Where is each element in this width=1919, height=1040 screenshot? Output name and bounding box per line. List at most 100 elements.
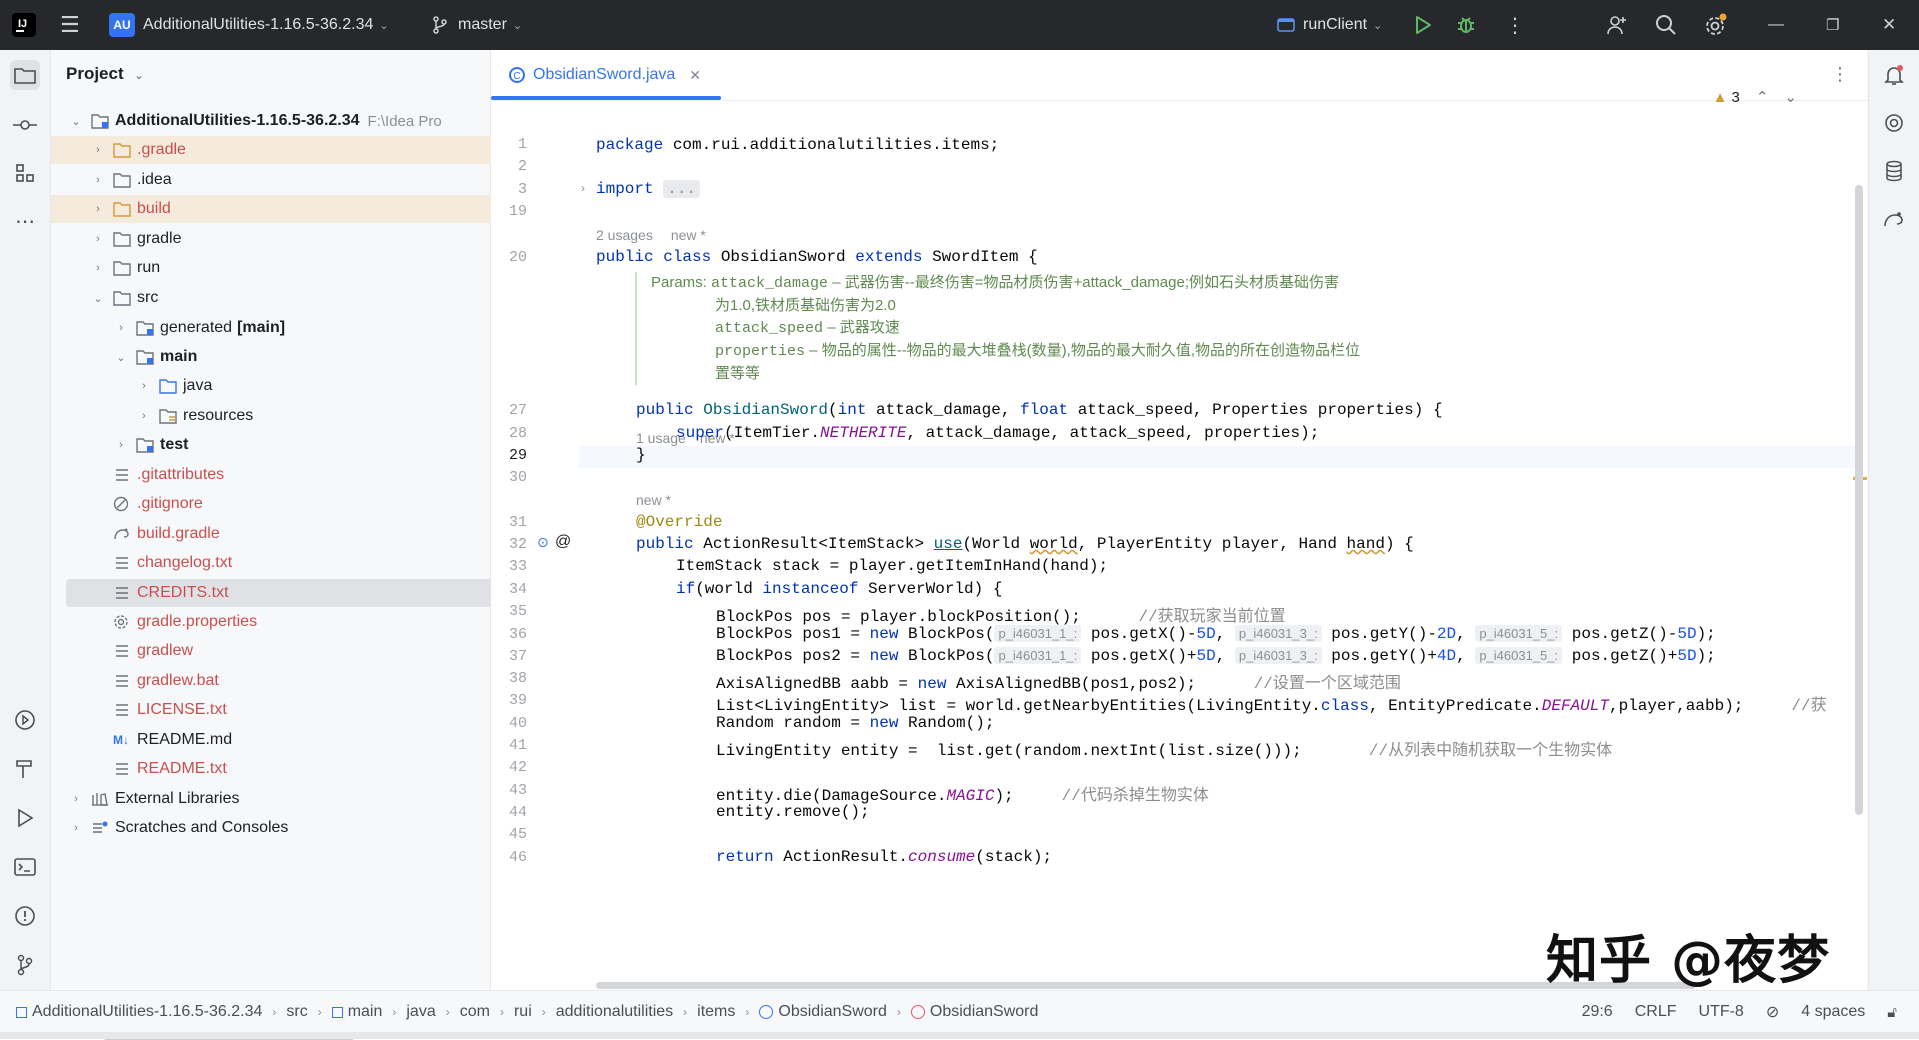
tree-item-src[interactable]: ⌄ src	[51, 284, 530, 312]
ai-assistant-button[interactable]	[1879, 108, 1909, 138]
tree-label: README.txt	[137, 760, 227, 777]
problems-tool-button[interactable]	[10, 901, 40, 931]
settings-button[interactable]	[1704, 0, 1728, 50]
code-with-me-button[interactable]	[1606, 0, 1628, 50]
tree-item-gitignore[interactable]: .gitignore	[51, 490, 552, 518]
text-file-icon	[113, 643, 131, 659]
terminal-icon	[14, 858, 36, 876]
indent-setting[interactable]: 4 spaces	[1801, 1003, 1865, 1021]
tree-item-gradlew[interactable]: gradlew	[51, 637, 552, 665]
run-config-selector[interactable]: runClient ⌄	[1277, 0, 1382, 50]
tab-obsidian-sword[interactable]: C ObsidianSword.java ✕	[509, 50, 701, 100]
tree-item-idea[interactable]: › .idea	[51, 166, 530, 194]
run-button[interactable]	[1414, 0, 1432, 50]
parameter-hint: p_i46031_1_:	[994, 625, 1082, 642]
folded-imports[interactable]: ...	[663, 180, 701, 198]
caret-position[interactable]: 29:6	[1582, 1003, 1613, 1021]
main-menu-icon[interactable]: ☰	[60, 0, 80, 50]
tree-label: run	[137, 259, 161, 276]
tree-item-build[interactable]: › build	[51, 195, 530, 223]
chevron-right-icon: ›	[683, 1005, 688, 1019]
breadcrumb-item[interactable]: items	[697, 1003, 735, 1021]
breadcrumb-item[interactable]: com	[460, 1003, 490, 1021]
more-actions-icon[interactable]: ⋮	[1505, 0, 1525, 50]
tree-item-gradle-properties[interactable]: gradle.properties	[51, 608, 552, 636]
line-number: 31	[508, 514, 527, 531]
tree-item-main[interactable]: ⌄ main	[51, 343, 553, 371]
app-logo[interactable]: IJ	[12, 0, 36, 50]
tree-item-gitattributes[interactable]: .gitattributes	[51, 461, 552, 489]
notifications-button[interactable]	[1879, 60, 1909, 90]
tree-item-run[interactable]: › run	[51, 254, 530, 282]
breadcrumb-item[interactable]: src	[286, 1003, 307, 1021]
more-tabs-icon[interactable]: ⋮	[1831, 64, 1849, 85]
branch-selector[interactable]: master ⌄	[432, 0, 522, 50]
tree-item-gradlew-bat[interactable]: gradlew.bat	[51, 667, 552, 695]
close-icon[interactable]: ✕	[1882, 0, 1896, 50]
breadcrumb-item[interactable]: java	[406, 1003, 435, 1021]
run-tool-button[interactable]	[10, 803, 40, 833]
breadcrumb-item[interactable]: ObsidianSword	[930, 1003, 1039, 1021]
tree-item-readme-txt[interactable]: README.txt	[51, 755, 552, 783]
code-line-1: package com.rui.additionalutilities.item…	[596, 136, 1000, 154]
line-number: 46	[508, 849, 527, 866]
excluded-folder-icon	[113, 201, 131, 217]
folder-icon	[113, 290, 131, 306]
project-selector[interactable]: AU AdditionalUtilities-1.16.5-36.2.34 ⌄	[109, 0, 389, 50]
usages-hint[interactable]: new *	[636, 492, 671, 508]
minimize-icon[interactable]: —	[1768, 0, 1784, 50]
breadcrumb-item[interactable]: ObsidianSword	[778, 1003, 887, 1021]
gradle-button[interactable]	[1879, 204, 1909, 234]
breadcrumb-item[interactable]: rui	[514, 1003, 532, 1021]
structure-tool-button[interactable]	[10, 158, 40, 188]
code-area[interactable]: 1 package com.rui.additionalutilities.it…	[491, 100, 1867, 990]
close-icon[interactable]: ✕	[689, 67, 701, 84]
database-button[interactable]	[1879, 156, 1909, 186]
search-button[interactable]	[1655, 0, 1677, 50]
line-number: 1	[517, 136, 527, 153]
svg-text:IJ: IJ	[18, 18, 27, 30]
project-view-selector[interactable]: Project ⌄	[66, 64, 144, 84]
tree-item-scratches[interactable]: › Scratches and Consoles	[51, 814, 508, 842]
git-tool-button[interactable]	[10, 950, 40, 980]
tree-label: gradle	[137, 230, 182, 247]
breadcrumb-item[interactable]: AdditionalUtilities-1.16.5-36.2.34	[32, 1003, 262, 1021]
services-tool-button[interactable]	[10, 705, 40, 735]
tree-item-changelog[interactable]: changelog.txt	[51, 549, 552, 577]
restore-icon[interactable]: ❐	[1826, 0, 1839, 50]
override-marker-icon[interactable]: ⊙	[537, 534, 549, 551]
commit-icon	[13, 120, 37, 130]
chevron-right-icon: ›	[499, 1005, 504, 1019]
debug-button[interactable]	[1456, 0, 1476, 50]
tree-item-gradle[interactable]: › gradle	[51, 225, 530, 253]
tree-item-readme-md[interactable]: M↓ README.md	[51, 726, 552, 754]
ignore-file-icon	[113, 496, 131, 512]
no-highlight-icon[interactable]: ⊘	[1766, 1002, 1779, 1022]
more-tools-icon[interactable]: ⋯	[10, 206, 40, 236]
tree-item-credits[interactable]: CREDITS.txt	[66, 579, 522, 607]
tree-item-external-libraries[interactable]: › External Libraries	[51, 785, 508, 813]
tree-root-project[interactable]: ⌄ AdditionalUtilities-1.16.5-36.2.34 F:\…	[51, 107, 508, 135]
tree-label: java	[183, 377, 213, 394]
usages-hint[interactable]: 2 usages new *	[596, 227, 706, 243]
chevron-right-icon: ›	[317, 1005, 322, 1019]
code-line-35: BlockPos pos = player.blockPosition(); /…	[716, 608, 1286, 626]
line-separator[interactable]: CRLF	[1635, 1003, 1677, 1021]
tree-item-build-gradle[interactable]: build.gradle	[51, 520, 552, 548]
file-encoding[interactable]: UTF-8	[1698, 1003, 1743, 1021]
fold-chevron-icon[interactable]: ›	[581, 181, 585, 195]
unlock-icon[interactable]: 🔓︎	[1887, 1004, 1897, 1021]
build-tool-button[interactable]	[10, 754, 40, 784]
breadcrumb-item[interactable]: main	[348, 1003, 383, 1021]
commit-tool-button[interactable]	[10, 110, 40, 140]
folder-icon	[14, 68, 36, 84]
breadcrumb-item[interactable]: additionalutilities	[556, 1003, 673, 1021]
tree-item-generated[interactable]: › generated [main]	[51, 314, 553, 342]
tree-item-test[interactable]: › test	[51, 431, 553, 459]
tree-item-license[interactable]: LICENSE.txt	[51, 696, 552, 724]
text-file-icon	[113, 585, 131, 601]
tree-item-gradle-cache[interactable]: › .gradle	[51, 136, 530, 164]
project-tool-button[interactable]	[10, 60, 40, 90]
at-marker-icon[interactable]: @	[555, 533, 571, 551]
terminal-tool-button[interactable]	[10, 852, 40, 882]
